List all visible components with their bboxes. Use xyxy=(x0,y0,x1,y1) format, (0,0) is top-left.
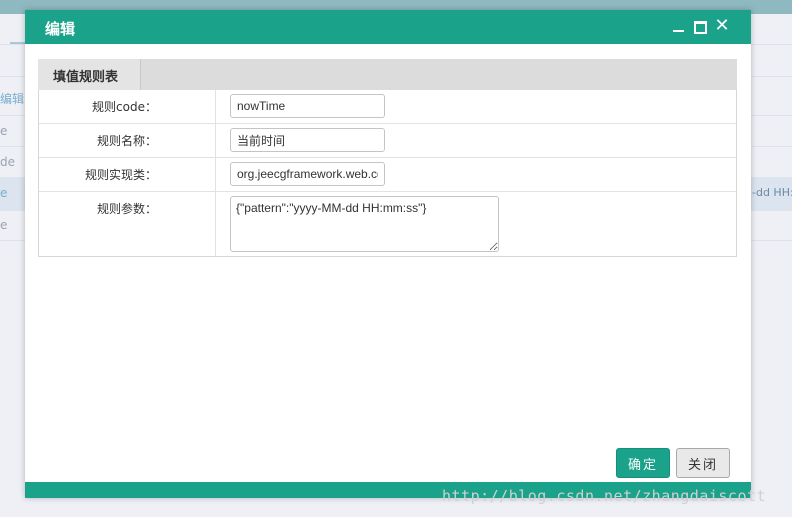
edit-form: 规则code： 规则名称： 规则实现类： 规则参数： {"pattern":"y… xyxy=(38,90,737,257)
tab-rule-table[interactable]: 填值规则表 xyxy=(38,59,141,90)
rule-params-label: 规则参数： xyxy=(96,202,157,216)
dialog-titlebar[interactable]: 编辑 ✕ xyxy=(25,10,751,44)
rule-code-label: 规则code： xyxy=(92,100,157,114)
edit-dialog: 编辑 ✕ 填值规则表 规则code： 规则名称： 规则实现类： xyxy=(25,10,751,498)
close-button[interactable]: 关闭 xyxy=(676,448,730,478)
app-cell-text: de xyxy=(0,155,15,169)
form-row-code: 规则code： xyxy=(39,90,736,124)
form-row-class: 规则实现类： xyxy=(39,158,736,192)
app-cell-text: e xyxy=(0,186,8,200)
maximize-icon[interactable] xyxy=(691,17,709,35)
field-label-cell: 规则参数： xyxy=(39,192,216,256)
panel-header: 填值规则表 xyxy=(38,59,737,90)
app-cell-text: -dd HH: xyxy=(752,186,792,199)
watermark-text: http://blog.csdn.net/zhangdaiscott xyxy=(442,487,767,505)
app-cell-text: e xyxy=(0,124,8,138)
field-label-cell: 规则code： xyxy=(39,90,216,123)
rule-name-input[interactable] xyxy=(230,128,385,152)
app-cell-text: e xyxy=(0,218,8,232)
tab-label: 填值规则表 xyxy=(53,70,119,85)
rule-class-input[interactable] xyxy=(230,162,385,186)
form-row-name: 规则名称： xyxy=(39,124,736,158)
app-edit-link[interactable]: 编辑 xyxy=(0,90,24,107)
rule-class-label: 规则实现类： xyxy=(84,168,157,182)
rule-params-textarea[interactable]: {"pattern":"yyyy-MM-dd HH:mm:ss"} xyxy=(230,196,499,252)
close-icon[interactable]: ✕ xyxy=(713,17,731,35)
form-row-params: 规则参数： {"pattern":"yyyy-MM-dd HH:mm:ss"} xyxy=(39,192,736,256)
field-label-cell: 规则名称： xyxy=(39,124,216,157)
dialog-title: 编辑 xyxy=(45,20,76,38)
field-label-cell: 规则实现类： xyxy=(39,158,216,191)
minimize-icon[interactable] xyxy=(670,17,688,35)
rule-name-label: 规则名称： xyxy=(96,134,157,148)
confirm-button[interactable]: 确定 xyxy=(616,448,670,478)
rule-code-input[interactable] xyxy=(230,94,385,118)
